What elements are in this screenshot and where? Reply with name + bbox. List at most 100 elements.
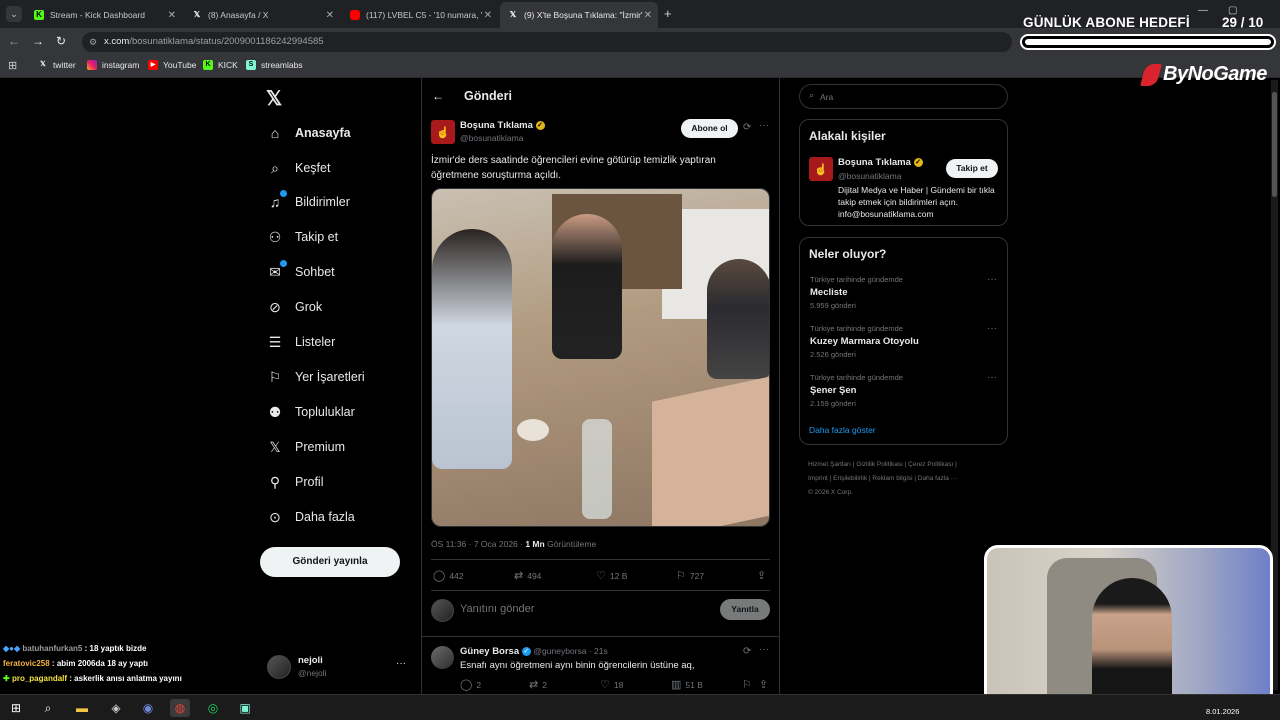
post-button[interactable]: Gönderi yayınla — [260, 547, 400, 577]
account-handle: @nejoli — [298, 668, 327, 678]
sidebar-item-bookmarks[interactable]: ⚐ Yer İşaretleri — [267, 367, 365, 387]
reload-icon[interactable]: ↻ — [56, 34, 66, 48]
more-icon[interactable]: ··· — [759, 120, 769, 131]
post-image[interactable] — [431, 188, 770, 527]
trend-item[interactable]: Türkiye tarihinde gündemde Mecliste 5.95… — [810, 275, 903, 310]
app-icon[interactable]: ◈ — [106, 699, 126, 717]
trend-item[interactable]: Türkiye tarihinde gündemde Şener Şen 2.1… — [810, 373, 903, 408]
url-field[interactable]: ⚙ x.com/bosunatiklama/status/20090011862… — [82, 32, 1012, 52]
browser-tab-x-post[interactable]: 𝕏 (9) X'te Boşuna Tıklama: "İzmir' ✕ — [500, 2, 658, 28]
x-icon: 𝕏 — [509, 10, 517, 19]
apps-icon[interactable]: ⊞ — [8, 59, 17, 72]
scrollbar-thumb[interactable] — [1272, 92, 1277, 197]
chrome-icon[interactable]: ◍ — [170, 699, 190, 717]
post-timestamp: ÖS 11:36 · 7 Oca 2026 · 1 Mn Görüntüleme — [431, 539, 596, 549]
more-icon[interactable]: ··· — [987, 372, 997, 383]
kick-icon: K — [34, 10, 44, 20]
minimize-icon[interactable]: — — [1198, 5, 1208, 16]
views-button[interactable]: ▥ 51 B — [671, 678, 703, 691]
message-badge — [280, 260, 287, 267]
sidebar-item-notifications[interactable]: ♫ Bildirimler — [267, 190, 350, 212]
close-icon[interactable]: ✕ — [644, 10, 652, 21]
bookmark-streamlabs[interactable]: Sstreamlabs — [246, 60, 303, 70]
windows-start-icon[interactable]: ⊞ — [6, 699, 26, 717]
browser-tab-kick[interactable]: K Stream - Kick Dashboard ✕ — [26, 4, 182, 26]
reply-avatar[interactable] — [431, 646, 454, 669]
tab-list-dropdown[interactable]: ⌄ — [6, 6, 22, 22]
more-icon[interactable]: ··· — [396, 658, 406, 669]
reply-button[interactable]: ◯ 442 — [433, 569, 464, 582]
search-input[interactable]: ⌕ Ara — [799, 84, 1008, 109]
share-button[interactable]: ⇪ — [757, 569, 770, 582]
close-icon[interactable]: ✕ — [168, 10, 176, 21]
bookmark-youtube[interactable]: ▶ YouTube — [148, 60, 196, 70]
reply-input[interactable]: Yanıtını gönder — [460, 603, 660, 615]
sidebar-item-lists[interactable]: ☰ Listeler — [267, 332, 336, 352]
share-button[interactable]: ⇪ — [759, 678, 772, 691]
back-arrow-icon[interactable]: ← — [432, 89, 444, 103]
new-tab-button[interactable]: + — [664, 6, 672, 21]
account-switcher[interactable]: nejoli @nejoli ··· — [267, 654, 411, 682]
reply-author[interactable]: Güney Borsa ✓ @guneyborsa · 21s — [460, 646, 608, 657]
author-handle[interactable]: @bosunatiklama — [460, 133, 523, 143]
person-name[interactable]: Boşuna Tıklama ✓ — [838, 157, 923, 168]
person-avatar[interactable]: ☝ — [809, 157, 833, 181]
repost-button[interactable]: ⇄ 494 — [514, 569, 541, 582]
sidebar-item-explore[interactable]: ⌕ Keşfet — [267, 158, 330, 178]
home-icon: ⌂ — [270, 125, 280, 141]
follow-button[interactable]: Takip et — [946, 159, 998, 178]
author-name[interactable]: Boşuna Tıklama ✓ — [460, 120, 545, 131]
file-explorer-icon[interactable]: ▬ — [72, 699, 92, 717]
search-icon[interactable]: ⌕ — [38, 699, 58, 717]
sidebar-item-chat[interactable]: ✉ Sohbet — [267, 260, 335, 282]
sidebar-item-profile[interactable]: ⚲ Profil — [267, 472, 324, 492]
sidebar-item-more[interactable]: ⊙ Daha fazla — [267, 507, 355, 527]
sidebar-item-grok[interactable]: ⊘ Grok — [267, 297, 322, 317]
sidebar-item-label: Bildirimler — [295, 195, 350, 209]
like-button[interactable]: ♡ 18 — [600, 678, 623, 691]
browser-tab-youtube[interactable]: (117) LVBEL C5 - '10 numara, ' ✕ — [342, 4, 498, 26]
spotify-icon[interactable]: ◎ — [203, 699, 223, 717]
person-handle[interactable]: @bosunatiklama — [838, 171, 901, 181]
reply-submit-button[interactable]: Yanıtla — [720, 599, 770, 620]
streamlabs-icon[interactable]: ▣ — [235, 699, 255, 717]
back-icon[interactable]: ← — [8, 34, 20, 48]
heart-icon: ♡ — [596, 570, 606, 582]
more-icon[interactable]: ··· — [987, 274, 997, 285]
bookmark-button[interactable]: ⚐ — [742, 678, 756, 691]
author-avatar[interactable]: ☝ — [431, 120, 455, 144]
youtube-icon — [350, 10, 360, 20]
close-icon[interactable]: ✕ — [484, 10, 492, 21]
reply-author-name: Güney Borsa — [460, 646, 520, 657]
bookmark-kick[interactable]: K KICK — [203, 60, 238, 70]
close-icon[interactable]: ✕ — [326, 10, 334, 21]
sidebar-item-communities[interactable]: ⚉ Topluluklar — [267, 402, 355, 422]
footer-line[interactable]: Imprint | Erişilebilirlik | Reklam bilgi… — [808, 472, 1008, 486]
like-button[interactable]: ♡ 12 B — [596, 569, 627, 582]
show-more-link[interactable]: Daha fazla göster — [809, 425, 876, 435]
browser-tab-x-home[interactable]: 𝕏 (8) Anasayfa / X ✕ — [184, 4, 340, 26]
bookmark-twitter[interactable]: 𝕏twitter — [38, 60, 76, 70]
reply-button[interactable]: ◯ 2 — [460, 678, 481, 691]
x-logo[interactable]: 𝕏 — [266, 86, 282, 111]
brand-name: ByNoGame — [1163, 63, 1267, 85]
sidebar-item-follow[interactable]: ⚇ Takip et — [267, 227, 338, 247]
bookmark-button[interactable]: ⚐ 727 — [676, 569, 704, 582]
grok-icon[interactable]: ⟳ — [743, 646, 751, 657]
image-person-center — [552, 214, 622, 359]
forward-icon[interactable]: → — [32, 34, 44, 48]
bookmark-instagram[interactable]: instagram — [87, 60, 139, 70]
more-icon[interactable]: ··· — [987, 323, 997, 334]
more-icon: ⊙ — [269, 508, 281, 525]
repost-button[interactable]: ⇄ 2 — [529, 678, 547, 691]
discord-icon[interactable]: ◉ — [138, 699, 158, 717]
sidebar-item-premium[interactable]: 𝕏 Premium — [267, 437, 345, 457]
grok-icon[interactable]: ⟳ — [743, 122, 751, 133]
trend-item[interactable]: Türkiye tarihinde gündemde Kuzey Marmara… — [810, 324, 919, 359]
footer-line[interactable]: Hizmet Şartları | Gizlilik Politikası | … — [808, 458, 1008, 472]
subscribe-button[interactable]: Abone ol — [681, 119, 738, 138]
sidebar-item-home[interactable]: ⌂ Anasayfa — [267, 123, 351, 143]
chat-username: batuhanfurkan5 — [22, 644, 83, 653]
site-info-icon[interactable]: ⚙ — [89, 32, 97, 52]
more-icon[interactable]: ··· — [759, 644, 769, 655]
